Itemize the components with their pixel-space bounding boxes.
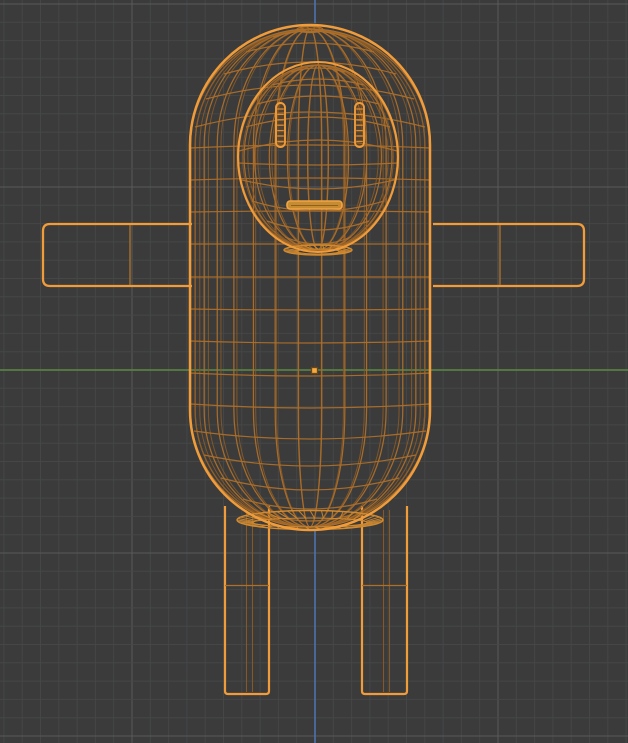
scene-canvas bbox=[0, 0, 628, 743]
mouth bbox=[286, 200, 343, 210]
object-origin-point[interactable] bbox=[310, 366, 319, 375]
eye bbox=[275, 102, 286, 148]
wireframe-character[interactable] bbox=[41, 23, 586, 696]
eye bbox=[354, 102, 365, 148]
viewport-3d[interactable] bbox=[0, 0, 628, 743]
